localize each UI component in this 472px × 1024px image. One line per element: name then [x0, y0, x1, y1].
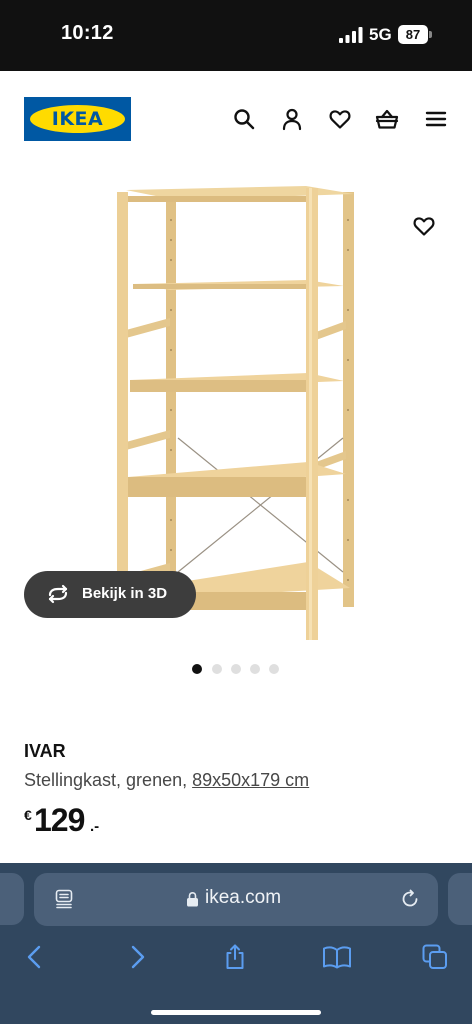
price-value: 129 [34, 802, 85, 838]
gallery-dot[interactable] [269, 664, 279, 674]
gallery-dot[interactable] [231, 664, 241, 674]
previous-tab-preview[interactable] [0, 873, 24, 925]
status-bar: 10:12 5G 87 [0, 0, 472, 71]
battery-level: 87 [405, 27, 421, 42]
back-icon[interactable] [22, 944, 48, 970]
reader-mode-icon[interactable] [54, 889, 74, 909]
battery-icon: 87 [398, 25, 432, 44]
menu-icon[interactable] [424, 107, 448, 131]
status-time: 10:12 [61, 22, 114, 44]
browser-toolbar: ikea.com [0, 863, 472, 1024]
signal-icon [339, 27, 363, 43]
gallery-dot[interactable] [192, 664, 202, 674]
view-in-3d-button[interactable]: Bekijk in 3D [24, 571, 196, 618]
gallery-pagination [192, 664, 282, 676]
favourites-icon[interactable] [328, 107, 352, 131]
reload-icon[interactable] [400, 889, 420, 909]
gallery-dot[interactable] [250, 664, 260, 674]
price-currency: € [24, 807, 32, 823]
account-icon[interactable] [280, 107, 304, 131]
product-description: Stellingkast, grenen, 89x50x179 cm [24, 770, 309, 791]
network-label: 5G [369, 25, 392, 44]
address-bar[interactable]: ikea.com [34, 873, 438, 926]
bookmarks-icon[interactable] [322, 944, 352, 970]
lock-icon [187, 891, 198, 907]
site-header: IKEA [0, 71, 472, 171]
url-text: ikea.com [205, 887, 282, 908]
price-suffix: .- [90, 818, 100, 835]
tabs-icon[interactable] [422, 944, 448, 970]
search-icon[interactable] [232, 107, 256, 131]
logo-text: IKEA [51, 108, 104, 130]
product-size-link[interactable]: 89x50x179 cm [192, 770, 309, 790]
gallery-dot[interactable] [212, 664, 222, 674]
product-description-text: Stellingkast, grenen, [24, 770, 193, 790]
rotate-3d-icon [48, 584, 68, 604]
view-in-3d-label: Bekijk in 3D [82, 585, 168, 602]
forward-icon[interactable] [124, 944, 150, 970]
next-tab-preview[interactable] [448, 873, 472, 925]
product-name: IVAR [24, 741, 66, 761]
basket-icon[interactable] [375, 107, 399, 131]
save-to-favourites-icon[interactable] [412, 214, 436, 238]
home-indicator [151, 1010, 321, 1015]
share-icon[interactable] [222, 944, 248, 970]
ikea-logo[interactable]: IKEA [24, 97, 131, 141]
